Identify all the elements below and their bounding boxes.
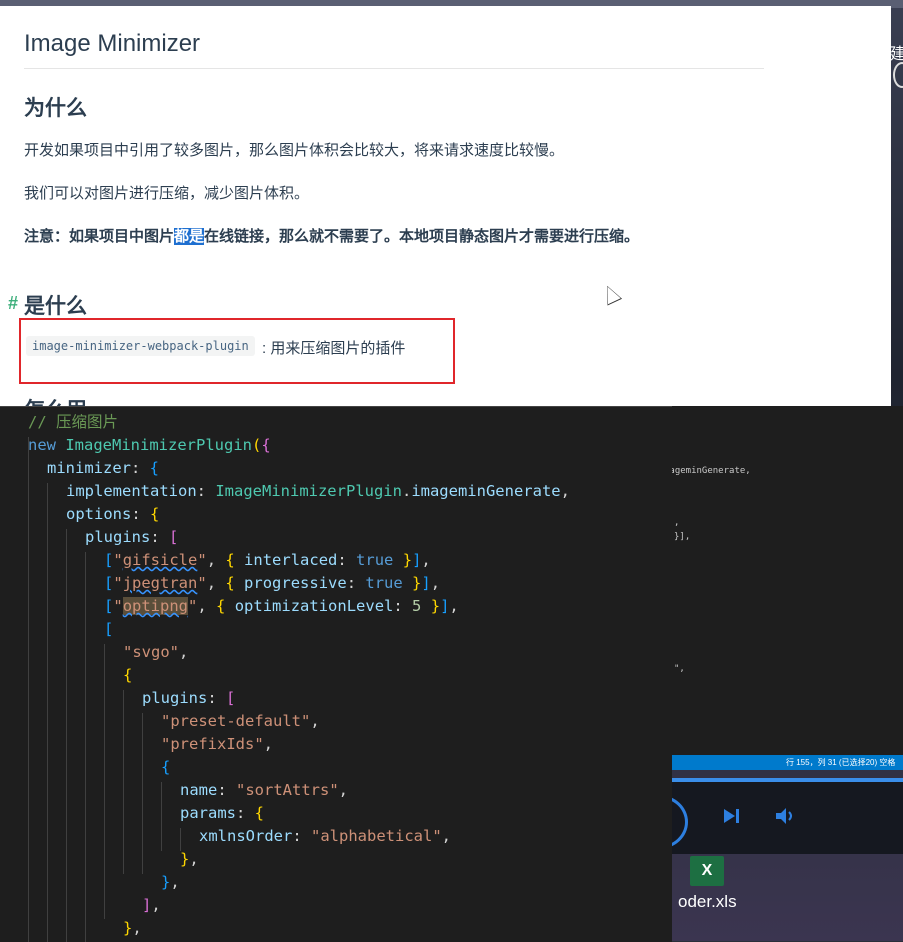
note-prefix: 注意：如果项目中图片 xyxy=(24,228,175,245)
code-line: ["gifsicle", { interlaced: true }], xyxy=(104,551,431,569)
code-line: minimizer: { xyxy=(47,459,160,477)
code-line: ["jpegtran", { progressive: true }], xyxy=(104,574,441,592)
doc-page: Image Minimizer 为什么 开发如果项目中引用了较多图片，那么图片体… xyxy=(0,6,891,406)
selected-text: 都是 xyxy=(174,228,205,245)
code-line: "svgo", xyxy=(123,643,189,661)
code-line: "preset-default", xyxy=(161,712,320,730)
excel-file-icon[interactable]: X xyxy=(690,856,724,886)
volume-icon[interactable] xyxy=(774,806,796,832)
indent-guide xyxy=(47,483,48,942)
code-line: xmlnsOrder: "alphabetical", xyxy=(199,827,451,845)
code-line: new ImageMinimizerPlugin({ xyxy=(28,436,271,454)
code-line: { xyxy=(123,666,133,684)
code-line: params: { xyxy=(180,804,265,822)
indent-guide xyxy=(85,552,86,942)
ide-status-bar: 行 155，列 31 (已选择20) 空格 xyxy=(672,755,903,770)
code-line: }, xyxy=(123,919,142,937)
code-line: }, xyxy=(161,873,180,891)
code-line: "prefixIds", xyxy=(161,735,273,753)
why-paragraph-1: 开发如果项目中引用了较多图片，那么图片体积会比较大，将来请求速度比较慢。 xyxy=(24,142,565,159)
code-line: ["optipng", { optimizationLevel: 5 }], xyxy=(104,597,459,615)
section-heading-why: 为什么 xyxy=(24,97,87,120)
code-line: [ xyxy=(104,620,114,638)
why-note: 注意：如果项目中图片都是在线链接，那么就不需要了。本地项目静态图片才需要进行压缩… xyxy=(24,225,639,246)
indent-guide xyxy=(28,437,29,942)
side-window-char: 建 xyxy=(890,46,903,63)
code-line: ], xyxy=(142,896,161,914)
code-line: plugins: [ xyxy=(85,528,179,546)
code-line: options: { xyxy=(66,505,160,523)
code-line: // 压缩图片 xyxy=(28,413,118,431)
section-heading-how: 怎么用 xyxy=(24,394,87,406)
indent-guide xyxy=(142,713,143,874)
section-heading-what: 是什么 xyxy=(24,295,87,318)
indent-guide xyxy=(66,529,67,942)
next-track-icon[interactable] xyxy=(722,806,742,832)
indent-guide xyxy=(104,644,105,919)
plugin-description: : 用来压缩图片的插件 xyxy=(262,340,406,357)
bg-ide-line: }], xyxy=(674,532,691,542)
desktop-file-label[interactable]: oder.xls xyxy=(678,892,737,912)
code-line: { xyxy=(161,758,171,776)
code-line: plugins: [ xyxy=(142,689,236,707)
why-paragraph-2: 我们可以对图片进行压缩，减少图片体积。 xyxy=(24,185,310,202)
bg-ide-line: mageminGenerate, xyxy=(664,466,751,476)
indent-guide xyxy=(161,782,162,851)
background-ide-window: mageminGenerate, , }], ", xyxy=(660,406,903,756)
code-line: name: "sortAttrs", xyxy=(180,781,348,799)
code-line: implementation: ImageMinimizerPlugin.ima… xyxy=(66,482,570,500)
note-suffix: 在线链接，那么就不需要了。本地项目静态图片才需要进行压缩。 xyxy=(204,228,640,245)
code-editor[interactable]: // 压缩图片 new ImageMinimizerPlugin({ minim… xyxy=(0,406,672,942)
bg-ide-line: ", xyxy=(674,664,685,674)
page-title: Image Minimizer xyxy=(24,30,764,69)
plugin-name-code: image-minimizer-webpack-plugin xyxy=(26,336,255,356)
bg-ide-line: , xyxy=(674,518,680,528)
heading-anchor-link[interactable]: # xyxy=(8,293,18,314)
code-line: }, xyxy=(180,850,199,868)
indent-guide xyxy=(123,690,124,874)
